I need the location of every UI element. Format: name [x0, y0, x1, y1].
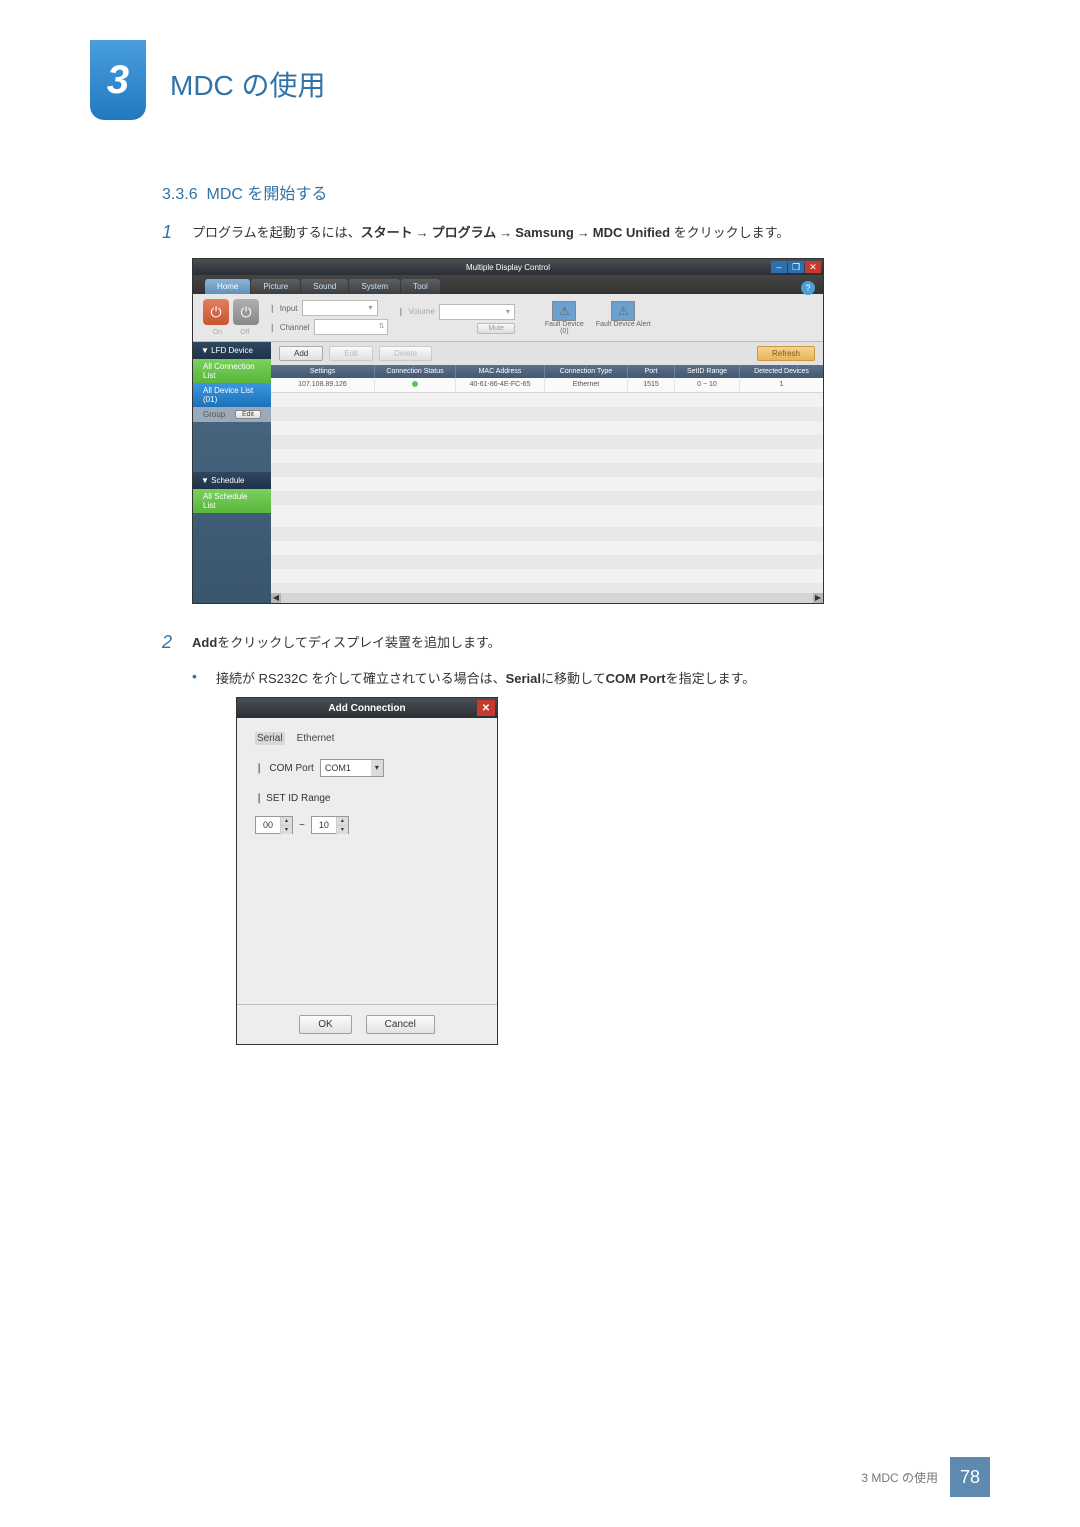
table-empty-rows	[271, 393, 823, 513]
tab-home[interactable]: Home	[205, 279, 250, 294]
chapter-header: 3 MDC の使用	[90, 40, 990, 120]
maximize-button[interactable]: ❐	[788, 261, 804, 273]
cell-mac: 40-61-86-4E-FC-65	[456, 378, 545, 392]
add-connection-dialog: Add Connection ✕ Serial Ethernet ❙COM Po…	[236, 697, 498, 1045]
volume-select[interactable]: ▾	[439, 304, 515, 320]
sidebar-all-connection[interactable]: All Connection List	[193, 359, 271, 383]
chapter-title: MDC の使用	[170, 64, 326, 104]
footer-label: 3 MDC の使用	[861, 1469, 938, 1486]
sidebar-lfd-device[interactable]: ▼ LFD Device	[193, 342, 271, 359]
delete-button[interactable]: Delete	[379, 346, 432, 361]
dialog-buttons: OK Cancel	[255, 1015, 479, 1034]
step-1: 1 プログラムを起動するには、スタート→プログラム→Samsung→MDC Un…	[162, 222, 990, 244]
content-area: Add Edit Delete Refresh Settings Connect…	[271, 342, 823, 603]
cell-sid: 0 ~ 10	[675, 378, 740, 392]
table-row[interactable]: 107.108.89.126 40-61-86-4E-FC-65 Etherne…	[271, 378, 823, 393]
page-footer: 3 MDC の使用 78	[861, 1457, 990, 1497]
sidebar-group[interactable]: Group Edit	[193, 407, 271, 422]
sidebar: ▼ LFD Device All Connection List All Dev…	[193, 342, 271, 603]
window-titlebar: Multiple Display Control – ❐ ✕	[193, 259, 823, 275]
edit-button[interactable]: Edit	[235, 410, 261, 419]
sidebar-schedule[interactable]: ▼ Schedule	[193, 472, 271, 489]
channel-field: ❙Channel ⇅	[269, 319, 388, 335]
table-header: Settings Connection Status MAC Address C…	[271, 365, 823, 378]
bullet-icon: •	[192, 668, 216, 687]
window-controls: – ❐ ✕	[771, 261, 821, 273]
mdc-window: Multiple Display Control – ❐ ✕ Home Pict…	[192, 258, 824, 604]
setid-range-field: ❙ SET ID Range 00 ▴▾ ~ 10 ▴▾	[255, 793, 479, 834]
chapter-number-badge: 3	[90, 40, 146, 120]
close-button[interactable]: ✕	[477, 700, 495, 716]
volume-field: ❙Volume ▾	[398, 304, 515, 320]
close-button[interactable]: ✕	[805, 261, 821, 273]
toolbar: Add Edit Delete Refresh	[271, 342, 823, 365]
tab-sound[interactable]: Sound	[301, 279, 348, 294]
com-port-field: ❙COM Port COM1▾	[255, 759, 479, 777]
step-number: 1	[162, 222, 192, 244]
section-heading: 3.3.6 MDC を開始する	[162, 180, 990, 204]
tab-tool[interactable]: Tool	[401, 279, 440, 294]
page-number: 78	[950, 1457, 990, 1497]
mute-button[interactable]: Mute	[477, 323, 515, 334]
sidebar-all-device[interactable]: All Device List (01)	[193, 383, 271, 407]
cancel-button[interactable]: Cancel	[366, 1015, 435, 1034]
tab-ethernet[interactable]: Ethernet	[295, 732, 337, 745]
cell-ct: Ethernet	[545, 378, 628, 392]
refresh-button[interactable]: Refresh	[757, 346, 815, 361]
power-off-button[interactable]: ⏻	[233, 299, 259, 325]
page: 3 MDC の使用 3.3.6 MDC を開始する 1 プログラムを起動するには…	[0, 0, 1080, 1527]
input-select[interactable]: ▾	[302, 300, 378, 316]
com-port-select[interactable]: COM1▾	[320, 759, 384, 777]
scroll-left-icon: ◀	[271, 593, 281, 603]
horizontal-scrollbar[interactable]: ◀ ▶	[271, 593, 823, 603]
tab-serial[interactable]: Serial	[255, 732, 285, 745]
fault-panel: ⚠ Fault Device(0) ⚠ Fault Device Alert	[545, 301, 651, 335]
control-bar: ⏻ ⏻ On Off ❙Input ▾ ❙Channel ⇅	[193, 294, 823, 342]
range-to-spinner[interactable]: 10 ▴▾	[311, 816, 349, 834]
main-tabbar: Home Picture Sound System Tool ?	[193, 275, 823, 294]
sidebar-all-schedule[interactable]: All Schedule List	[193, 489, 271, 513]
dialog-tabs: Serial Ethernet	[255, 732, 479, 745]
fault-alert-icon[interactable]: ⚠	[611, 301, 635, 321]
cell-port: 1515	[628, 378, 675, 392]
fault-device-icon[interactable]: ⚠	[552, 301, 576, 321]
power-on-button[interactable]: ⏻	[203, 299, 229, 325]
edit-button[interactable]: Edit	[329, 346, 373, 361]
help-icon[interactable]: ?	[801, 281, 815, 295]
minimize-button[interactable]: –	[771, 261, 787, 273]
window-title: Multiple Display Control	[466, 263, 550, 272]
add-button[interactable]: Add	[279, 346, 323, 361]
channel-spinner[interactable]: ⇅	[314, 319, 388, 335]
step-2: 2 Addをクリックしてディスプレイ装置を追加します。	[162, 632, 990, 654]
bullet-1: • 接続が RS232C を介して確立されている場合は、Serialに移動してC…	[192, 668, 990, 687]
cell-status	[375, 378, 456, 392]
cell-settings: 107.108.89.126	[271, 378, 375, 392]
step-text: Addをクリックしてディスプレイ装置を追加します。	[192, 632, 501, 654]
ok-button[interactable]: OK	[299, 1015, 351, 1034]
tab-picture[interactable]: Picture	[251, 279, 300, 294]
scroll-right-icon: ▶	[813, 593, 823, 603]
status-dot-icon	[412, 381, 418, 387]
bullet-text: 接続が RS232C を介して確立されている場合は、Serialに移動してCOM…	[216, 668, 755, 687]
tab-system[interactable]: System	[349, 279, 400, 294]
cell-dd: 1	[740, 378, 823, 392]
dialog-titlebar: Add Connection ✕	[237, 698, 497, 718]
range-from-spinner[interactable]: 00 ▴▾	[255, 816, 293, 834]
input-field: ❙Input ▾	[269, 300, 388, 316]
step-number: 2	[162, 632, 192, 654]
step-text: プログラムを起動するには、スタート→プログラム→Samsung→MDC Unif…	[192, 222, 789, 244]
schedule-empty-rows	[271, 513, 823, 593]
